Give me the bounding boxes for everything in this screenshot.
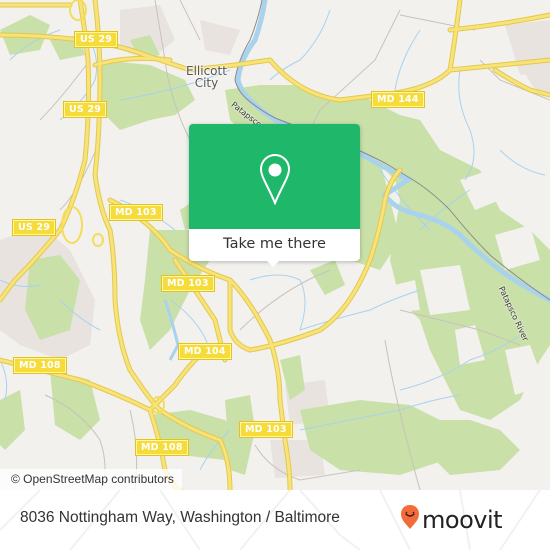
road-shield-md108: MD 108 <box>135 439 189 456</box>
map-pin-icon <box>259 153 291 205</box>
map-view[interactable]: Ellicott City Patapsco River Patapsco Ri… <box>0 0 550 490</box>
popup-header <box>189 124 360 229</box>
destination-popup: Take me there <box>189 124 360 267</box>
moovit-pin-icon <box>401 505 419 529</box>
road-shield-us29: US 29 <box>11 219 57 236</box>
take-me-there-button[interactable]: Take me there <box>189 229 360 261</box>
footer-bar: 8036 Nottingham Way, Washington / Baltim… <box>0 490 550 550</box>
map-attribution[interactable]: © OpenStreetMap contributors <box>0 469 182 490</box>
place-label-line2: City <box>194 76 219 90</box>
road-shield-md103: MD 103 <box>109 204 163 221</box>
road-shield-md104: MD 104 <box>178 343 232 360</box>
road-shield-md103: MD 103 <box>161 275 215 292</box>
road-shield-us29: US 29 <box>73 31 119 48</box>
moovit-wordmark: moovit <box>422 506 503 534</box>
road-shield-md108: MD 108 <box>13 357 67 374</box>
road-shield-md144: MD 144 <box>371 91 425 108</box>
place-label-ellicott-city: Ellicott City <box>186 65 227 89</box>
address-text: 8036 Nottingham Way, Washington / Baltim… <box>20 509 340 526</box>
road-shield-md103: MD 103 <box>239 421 293 438</box>
popup-pointer <box>265 259 281 267</box>
road-shield-us29: US 29 <box>62 101 108 118</box>
